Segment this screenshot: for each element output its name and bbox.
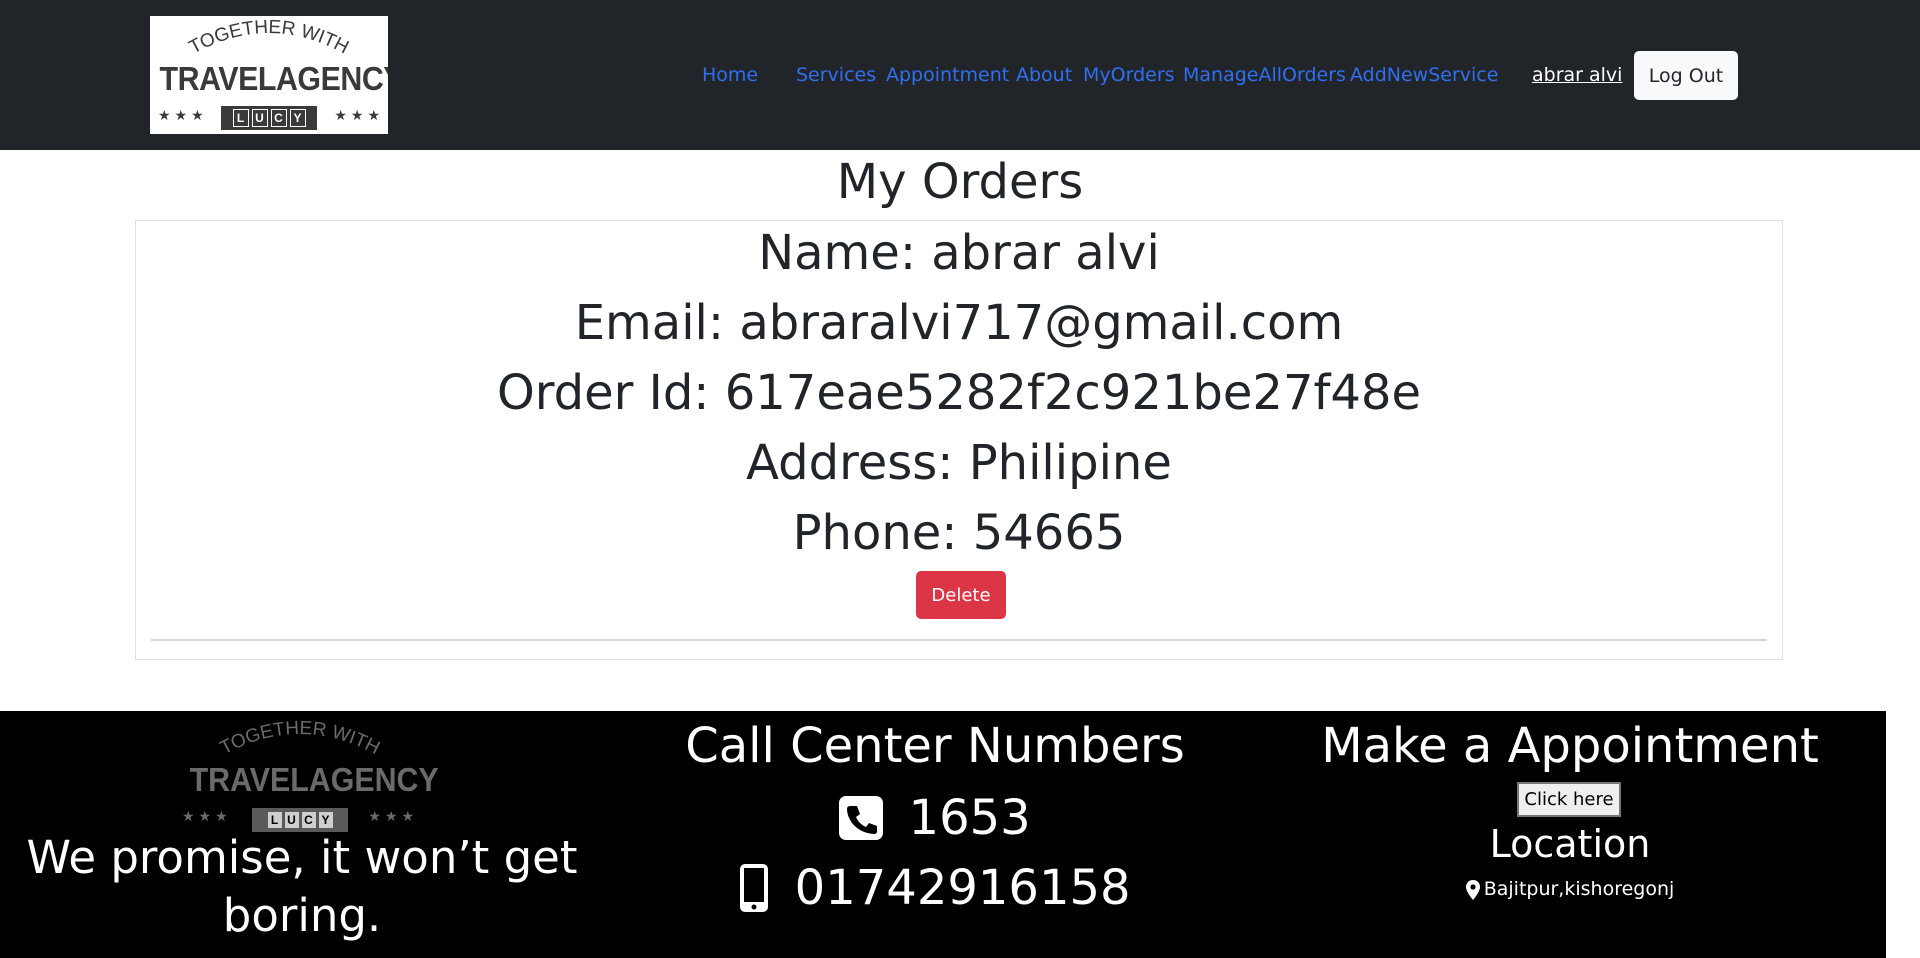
footer-tagline: We promise, it won’t get boring.: [26, 831, 578, 942]
logo-badge: L U C Y: [221, 106, 317, 130]
order-id: Order Id: 617eae5282f2c921be27f48e: [497, 365, 1421, 421]
location-line: Bajitpur,kishoregonj: [1270, 877, 1870, 901]
nav-link-services[interactable]: Services: [796, 64, 876, 86]
footer-logo-brand: TRAVELAGENCY: [189, 761, 439, 798]
nav-link-addnewservice[interactable]: AddNewService: [1350, 64, 1498, 86]
mobile-icon: [740, 864, 769, 912]
nav-link-about[interactable]: About: [1016, 64, 1072, 86]
logo-stars-left: ★★★: [158, 108, 208, 124]
appointment-title: Make a Appointment: [1321, 718, 1819, 774]
order-phone: Phone: 54665: [792, 505, 1126, 561]
logo-stars-right: ★★★: [334, 108, 384, 124]
phone-number: 1653: [908, 790, 1031, 846]
footer-logo: TOGETHER WITH TRAVELAGENCY ★★★ L U C Y ★…: [180, 717, 439, 837]
nav-link-manageallorders[interactable]: ManageAllOrders: [1183, 64, 1346, 86]
footer: TOGETHER WITH TRAVELAGENCY ★★★ L U C Y ★…: [0, 711, 1886, 958]
page-title: My Orders: [836, 154, 1084, 210]
logo-arc-text: TOGETHER WITH: [186, 17, 352, 59]
footer-logo-stars-right: ★★★: [368, 809, 418, 825]
footer-logo-stars-left: ★★★: [182, 809, 232, 825]
badge-letter: Y: [318, 812, 333, 828]
location-text: Bajitpur,kishoregonj: [1483, 878, 1675, 900]
nav-link-appointment[interactable]: Appointment: [886, 64, 1009, 86]
location-title: Location: [1489, 822, 1651, 866]
badge-letter: U: [251, 109, 268, 127]
order-email: Email: abraralvi717@gmail.com: [574, 295, 1344, 351]
phone-square-icon: [839, 796, 884, 840]
svg-text:TOGETHER WITH: TOGETHER WITH: [217, 718, 383, 759]
map-pin-icon: [1465, 879, 1480, 900]
phone-line: 1653: [640, 784, 1230, 849]
order-address: Address: Philipine: [746, 435, 1172, 491]
nav-link-myorders[interactable]: MyOrders: [1083, 64, 1175, 86]
nav-link-home[interactable]: Home: [702, 64, 758, 86]
logo-brand: TRAVELAGENCY: [159, 60, 388, 97]
call-center-title: Call Center Numbers: [685, 718, 1185, 774]
order-card: Name: abrar alvi Email: abraralvi717@gma…: [135, 220, 1783, 660]
travelagency-logo[interactable]: TOGETHER WITH TRAVELAGENCY ★★★ L U C Y ★…: [150, 16, 388, 134]
svg-text:TOGETHER WITH: TOGETHER WITH: [186, 17, 352, 59]
badge-letter: C: [270, 109, 287, 127]
order-name: Name: abrar alvi: [758, 225, 1160, 281]
badge-letter: Y: [289, 109, 306, 127]
mobile-line: 01742916158: [640, 854, 1230, 919]
click-here-button[interactable]: Click here: [1517, 782, 1621, 817]
badge-letter: L: [267, 812, 282, 828]
badge-letter: C: [301, 812, 316, 828]
delete-button[interactable]: Delete: [916, 571, 1006, 619]
logout-button[interactable]: Log Out: [1634, 51, 1738, 100]
nav-user-name[interactable]: abrar alvi: [1532, 64, 1622, 86]
navbar: TOGETHER WITH TRAVELAGENCY ★★★ L U C Y ★…: [0, 0, 1920, 150]
mobile-number: 01742916158: [794, 860, 1131, 916]
footer-logo-arc-text: TOGETHER WITH: [217, 718, 383, 759]
badge-letter: U: [284, 812, 299, 828]
badge-letter: L: [232, 109, 249, 127]
card-divider: [151, 639, 1767, 641]
